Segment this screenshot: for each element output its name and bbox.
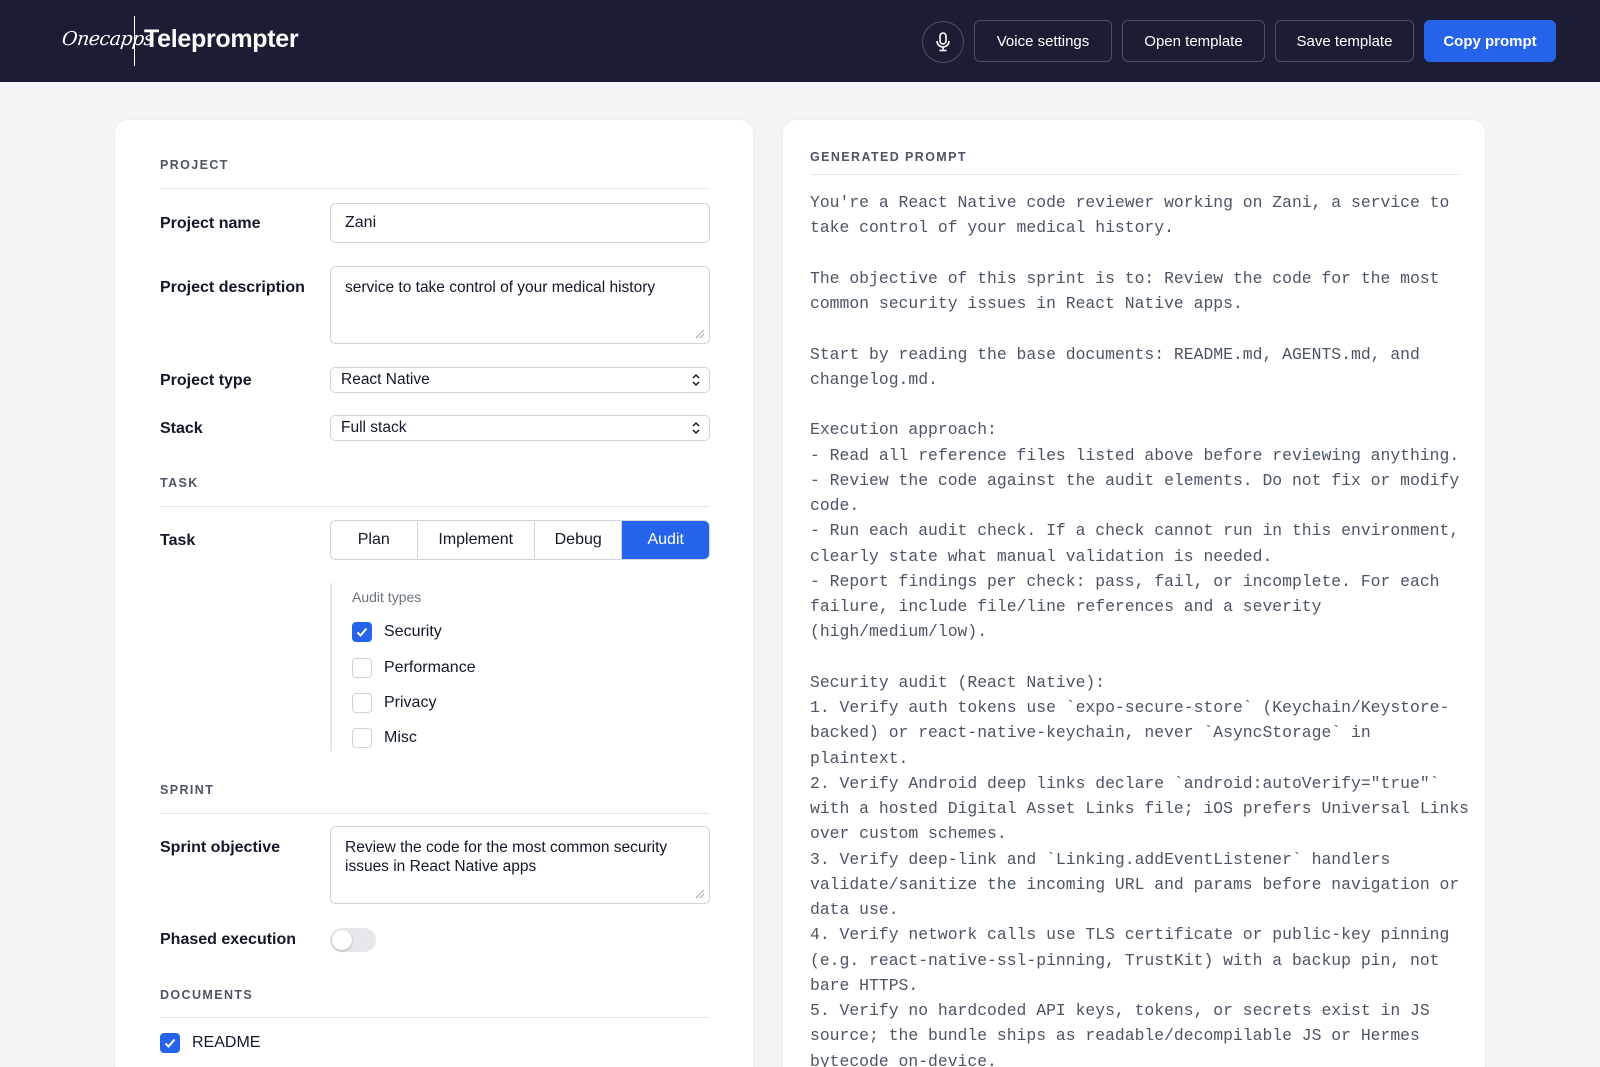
audit-type-label: Security — [384, 623, 442, 640]
project-type-value: React Native — [341, 371, 430, 388]
top-bar: Onecapps Teleprompter Voice settings Ope… — [0, 0, 1600, 82]
stack-label: Stack — [160, 420, 203, 437]
project-description-label: Project description — [160, 279, 305, 296]
open-template-button[interactable]: Open template — [1122, 20, 1265, 62]
app-title: Teleprompter — [144, 25, 299, 53]
resize-handle-icon[interactable] — [693, 327, 705, 339]
section-divider — [160, 506, 710, 507]
save-template-button[interactable]: Save template — [1275, 20, 1414, 62]
audit-type-misc[interactable]: Misc — [352, 728, 417, 748]
brand-divider — [134, 16, 135, 66]
project-name-label: Project name — [160, 215, 261, 232]
project-type-label: Project type — [160, 372, 252, 389]
audit-type-label: Privacy — [384, 694, 437, 711]
checkbox-readme[interactable] — [160, 1033, 180, 1053]
section-divider — [160, 188, 710, 189]
audit-types-caption: Audit types — [352, 589, 422, 605]
voice-settings-button[interactable]: Voice settings — [974, 20, 1112, 62]
audit-type-security[interactable]: Security — [352, 622, 442, 642]
project-type-select[interactable]: React Native — [330, 367, 710, 393]
project-description-input[interactable]: service to take control of your medical … — [330, 266, 710, 344]
sprint-objective-input[interactable]: Review the code for the most common secu… — [330, 826, 710, 904]
task-label: Task — [160, 532, 196, 549]
checkbox-privacy[interactable] — [352, 693, 372, 713]
section-divider — [810, 174, 1460, 175]
chevron-up-down-icon — [692, 373, 700, 387]
section-title-project: PROJECT — [160, 158, 229, 172]
section-divider — [160, 1017, 710, 1018]
checkbox-performance[interactable] — [352, 658, 372, 678]
checkbox-security[interactable] — [352, 622, 372, 642]
microphone-icon — [936, 32, 950, 52]
generated-prompt-title: GENERATED PROMPT — [810, 150, 967, 164]
checkmark-icon — [356, 627, 368, 637]
phased-execution-toggle[interactable] — [330, 928, 376, 952]
section-divider — [160, 813, 710, 814]
stack-value: Full stack — [341, 419, 407, 436]
stack-select[interactable]: Full stack — [330, 415, 710, 441]
checkbox-misc[interactable] — [352, 728, 372, 748]
task-option-implement[interactable]: Implement — [418, 521, 535, 559]
audit-type-label: Misc — [384, 729, 417, 746]
project-description-text: service to take control of your medical … — [345, 279, 656, 296]
resize-handle-icon[interactable] — [693, 887, 705, 899]
checkmark-icon — [164, 1038, 176, 1048]
task-option-plan[interactable]: Plan — [331, 521, 418, 559]
audit-type-label: Performance — [384, 659, 476, 676]
sprint-objective-text: Review the code for the most common secu… — [345, 839, 668, 875]
task-segmented-control: Plan Implement Debug Audit — [330, 520, 710, 560]
chevron-up-down-icon — [692, 421, 700, 435]
audit-type-privacy[interactable]: Privacy — [352, 693, 436, 713]
generated-prompt-panel: GENERATED PROMPT You're a React Native c… — [782, 119, 1486, 1067]
section-title-sprint: SPRINT — [160, 783, 215, 797]
brand-logo[interactable]: Onecapps — [61, 28, 154, 50]
phased-execution-label: Phased execution — [160, 931, 297, 948]
toggle-knob — [332, 930, 352, 950]
section-title-documents: DOCUMENTS — [160, 988, 254, 1002]
audit-types-group: Audit types Security Performance Privacy… — [330, 583, 630, 751]
generated-prompt-text[interactable]: You're a React Native code reviewer work… — [810, 190, 1470, 1067]
section-title-task: TASK — [160, 476, 199, 490]
sprint-objective-label: Sprint objective — [160, 839, 281, 856]
task-option-debug[interactable]: Debug — [535, 521, 623, 559]
task-option-audit[interactable]: Audit — [622, 521, 709, 559]
copy-prompt-button[interactable]: Copy prompt — [1424, 20, 1556, 62]
document-readme[interactable]: README — [160, 1033, 260, 1053]
project-name-input[interactable]: Zani — [330, 203, 710, 243]
settings-panel: PROJECT Project name Zani Project descri… — [114, 119, 754, 1067]
document-label: README — [192, 1034, 261, 1051]
microphone-button[interactable] — [922, 21, 964, 63]
audit-type-performance[interactable]: Performance — [352, 658, 476, 678]
